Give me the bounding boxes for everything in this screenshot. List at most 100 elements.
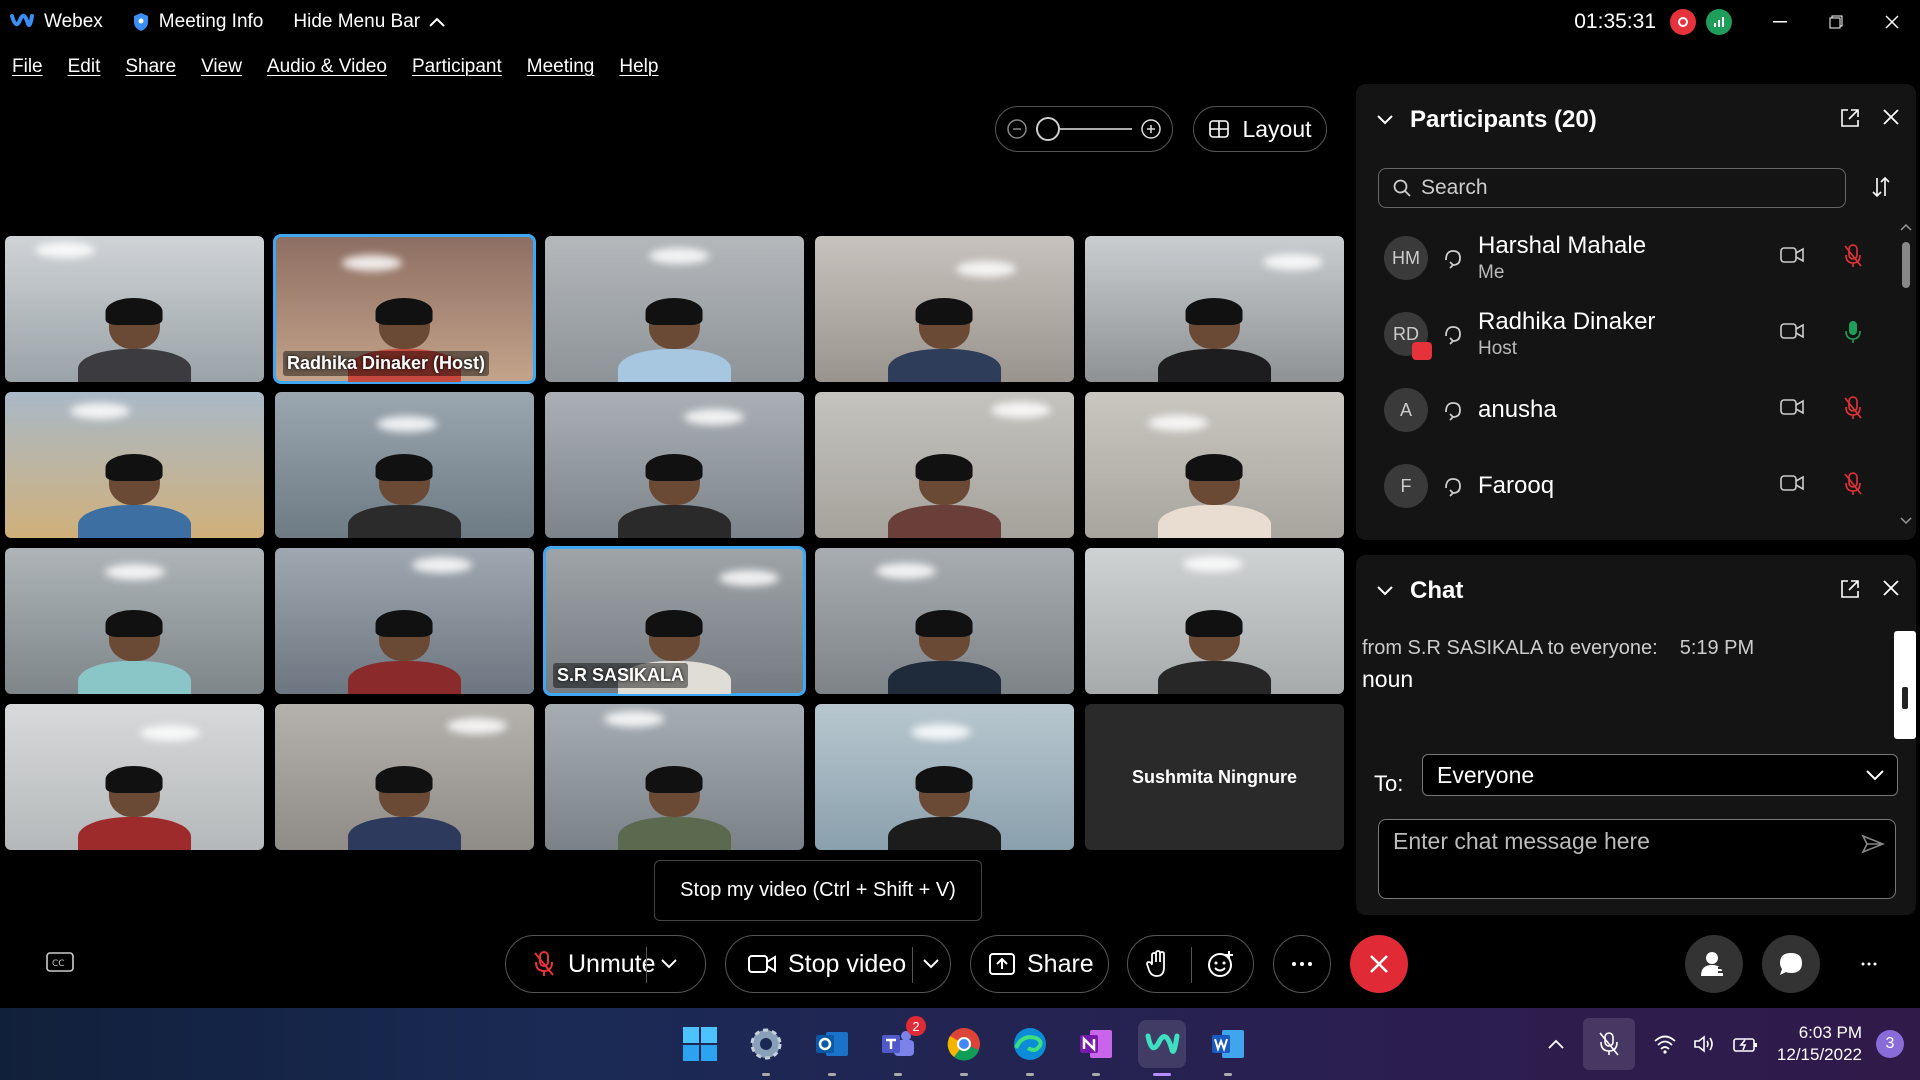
camera-icon[interactable] (1780, 246, 1804, 264)
share-button[interactable]: Share (970, 935, 1109, 993)
recipient-select[interactable]: Everyone (1422, 754, 1898, 796)
camera-icon[interactable] (1780, 398, 1804, 416)
camera-icon[interactable] (1780, 474, 1804, 492)
taskbar-clock[interactable]: 6:03 PM 12/15/2022 (1777, 1022, 1862, 1066)
video-tile[interactable] (815, 704, 1074, 850)
webex-logo-icon (10, 13, 34, 27)
video-tile[interactable] (545, 236, 804, 382)
chevron-down-icon[interactable] (660, 958, 678, 970)
menu-audio-video[interactable]: Audio & Video (267, 56, 387, 78)
participants-panel-button[interactable] (1685, 935, 1743, 993)
volume-icon[interactable] (1693, 1034, 1717, 1054)
zoom-in-icon[interactable] (1140, 118, 1162, 140)
zoom-slider-knob[interactable] (1036, 117, 1060, 141)
tray-mic-muted[interactable] (1582, 1018, 1635, 1070)
video-tile[interactable] (815, 236, 1074, 382)
video-tile[interactable] (275, 392, 534, 538)
participant-mic-status[interactable] (1844, 396, 1862, 425)
more-options-button[interactable] (1273, 935, 1331, 993)
participant-mic-status[interactable] (1844, 244, 1862, 273)
meeting-info-button[interactable]: Meeting Info (133, 11, 263, 33)
restore-button[interactable] (1808, 0, 1864, 44)
taskbar-edge[interactable] (1006, 1020, 1054, 1076)
taskbar-outlook[interactable] (808, 1020, 856, 1076)
participant-search-input[interactable]: Search (1378, 168, 1846, 208)
closed-captions-button[interactable]: CC (46, 952, 74, 979)
video-tile[interactable] (275, 704, 534, 850)
taskbar-teams[interactable]: 2 (874, 1016, 926, 1076)
video-tile[interactable] (275, 548, 534, 694)
taskbar-chrome[interactable] (940, 1020, 988, 1076)
start-button[interactable] (676, 1020, 724, 1068)
network-stats-icon[interactable] (1706, 9, 1732, 35)
taskbar-webex[interactable] (1138, 1020, 1186, 1076)
chevron-down-icon[interactable] (922, 958, 940, 970)
video-tile[interactable] (1085, 548, 1344, 694)
close-icon[interactable] (1882, 579, 1900, 597)
video-tile[interactable] (5, 236, 264, 382)
scroll-thumb[interactable] (1902, 242, 1910, 288)
recording-icon[interactable] (1670, 9, 1696, 35)
popout-icon[interactable] (1840, 579, 1860, 599)
participant-mic-status[interactable] (1844, 320, 1862, 349)
send-icon[interactable] (1861, 834, 1885, 854)
video-tile[interactable] (1085, 392, 1344, 538)
zoom-slider[interactable] (1036, 117, 1132, 141)
leave-meeting-button[interactable] (1350, 935, 1408, 993)
sort-icon[interactable] (1870, 176, 1892, 198)
video-tile[interactable] (5, 548, 264, 694)
scroll-up-icon[interactable] (1899, 222, 1913, 232)
menu-meeting[interactable]: Meeting (527, 56, 595, 78)
video-tile[interactable] (1085, 236, 1344, 382)
stop-video-button[interactable]: Stop video (725, 935, 951, 993)
chevron-down-icon[interactable] (1376, 114, 1394, 126)
menu-edit[interactable]: Edit (68, 56, 101, 78)
scroll-down-icon[interactable] (1899, 516, 1913, 526)
participant-row[interactable]: HM Harshal Mahale Me (1356, 220, 1896, 296)
menu-participant[interactable]: Participant (412, 56, 502, 78)
video-tile[interactable] (5, 704, 264, 850)
participant-row[interactable]: F Farooq (1356, 448, 1896, 524)
camera-icon[interactable] (1780, 322, 1804, 340)
menu-view[interactable]: View (201, 56, 242, 78)
raise-hand-icon[interactable] (1146, 950, 1168, 978)
reactions-icon[interactable] (1207, 950, 1235, 978)
close-icon[interactable] (1882, 108, 1900, 126)
participant-row[interactable]: Aanusha (1356, 372, 1896, 448)
video-tile[interactable] (545, 392, 804, 538)
video-tile[interactable]: Radhika Dinaker (Host) (273, 234, 536, 384)
participant-row[interactable]: RD Radhika Dinaker Host (1356, 296, 1896, 372)
menu-share[interactable]: Share (125, 56, 176, 78)
hide-menu-bar-button[interactable]: Hide Menu Bar (293, 11, 456, 33)
unmute-button[interactable]: Unmute (505, 935, 706, 993)
chat-scrollbar[interactable] (1894, 631, 1916, 739)
video-tile[interactable] (545, 704, 804, 850)
zoom-out-icon[interactable] (1006, 118, 1028, 140)
taskbar-settings[interactable] (742, 1020, 790, 1076)
taskbar-word[interactable] (1204, 1020, 1252, 1076)
chevron-down-icon (1866, 770, 1884, 781)
menu-help[interactable]: Help (619, 56, 658, 78)
participant-mic-status[interactable] (1844, 472, 1862, 501)
video-tile[interactable]: Sushmita Ningnure (1085, 704, 1344, 850)
minimize-button[interactable] (1752, 0, 1808, 44)
video-tile[interactable] (5, 392, 264, 538)
wifi-icon[interactable] (1653, 1034, 1677, 1054)
popout-icon[interactable] (1840, 108, 1860, 128)
notification-badge[interactable]: 3 (1876, 1030, 1904, 1058)
layout-button[interactable]: Layout (1193, 106, 1327, 152)
video-tile[interactable] (815, 548, 1074, 694)
chat-message-input[interactable]: Enter chat message here (1378, 819, 1896, 899)
battery-icon[interactable] (1733, 1034, 1759, 1054)
chrome-icon (947, 1028, 980, 1061)
more-panels-button[interactable] (1840, 935, 1898, 993)
chevron-down-icon[interactable] (1376, 585, 1394, 597)
menu-file[interactable]: File (12, 56, 43, 78)
participant-scrollbar[interactable] (1899, 222, 1913, 526)
chat-panel-button[interactable] (1762, 935, 1820, 993)
video-tile[interactable] (815, 392, 1074, 538)
video-tile[interactable]: S.R SASIKALA (543, 546, 806, 696)
tray-overflow-chevron[interactable] (1547, 1038, 1565, 1050)
close-window-button[interactable] (1864, 0, 1920, 44)
taskbar-onenote[interactable] (1072, 1020, 1120, 1076)
